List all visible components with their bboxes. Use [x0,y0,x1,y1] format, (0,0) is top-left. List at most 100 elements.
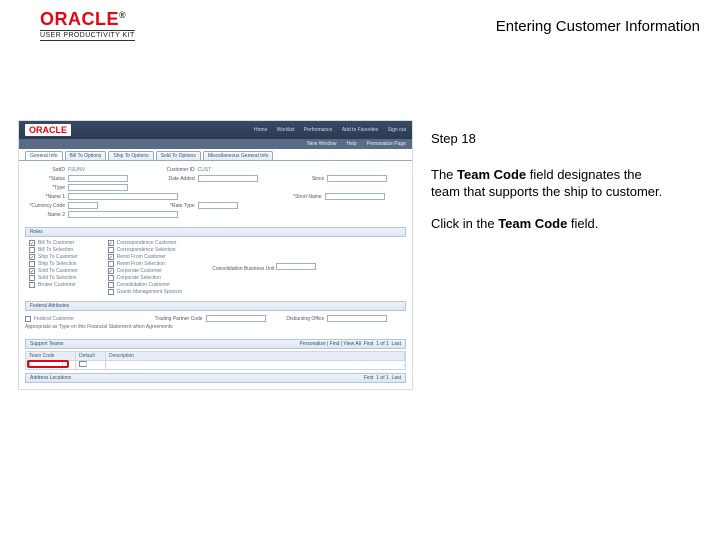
chk-shiptosel[interactable] [29,261,35,267]
chk-corrsel[interactable] [108,247,114,253]
p2-pre: Click in the [431,216,498,231]
disb-field[interactable] [327,315,387,322]
lbl-consol: Consolidation Customer [117,282,170,288]
chk-corr[interactable] [108,240,114,246]
brand-text: ORACLE [40,9,119,29]
name1-label: *Name 1 [25,194,65,200]
app-topnav: Home Worklist Performance Add to Favorit… [246,127,406,133]
addr-range: 1 of 1 [376,375,389,381]
app-secondary-bar: New Window Help Personalize Page [19,139,412,149]
chk-corpsel[interactable] [108,275,114,281]
chk-remitsel[interactable] [108,261,114,267]
form-tabs: General Info Bill To Options Ship To Opt… [19,149,412,161]
oracle-logo: ORACLE® [40,10,135,28]
currency-label: *Currency Code [25,203,65,209]
type-label: *Type [25,185,65,191]
highlight-team-code [27,360,69,368]
chk-soldto[interactable] [29,268,35,274]
chk-broker[interactable] [29,282,35,288]
default-chk[interactable] [79,361,87,367]
name1-field[interactable] [68,193,178,200]
instruction-para-1: The Team Code field designates the team … [431,166,673,201]
support-header: Support Teams [30,341,64,347]
chk-soldtosel[interactable] [29,275,35,281]
lbl-billto: Bill To Customer [38,240,74,246]
lbl-corp: Corporate Customer [117,268,162,274]
ratetype-field[interactable] [198,202,238,209]
shortname-label: *Short Name [282,194,322,200]
custid-label: Customer ID [155,167,195,173]
topnav-home[interactable]: Home [254,127,267,133]
link-new-window[interactable]: New Window [307,141,336,147]
support-range: 1 of 1 [376,341,389,347]
support-first[interactable]: First [364,341,374,347]
agg-note: Appropriate as Type on this Financial St… [25,324,173,330]
chk-corp[interactable] [108,268,114,274]
p2-bold: Team Code [498,216,567,231]
app-logo: ORACLE [25,124,71,136]
chk-billto[interactable] [29,240,35,246]
status-field[interactable] [68,175,128,182]
addr-first[interactable]: First [364,375,374,381]
tab-misc[interactable]: Miscellaneous General Info [203,151,274,160]
roles-checks: Bill To Customer Bill To Selection Ship … [19,237,412,298]
lbl-shipto: Ship To Customer [38,254,78,260]
addr-header: Address Locations [30,375,71,381]
name2-field[interactable] [68,211,178,218]
chk-consol[interactable] [108,282,114,288]
shortname-field[interactable] [325,193,385,200]
app-topbar: ORACLE Home Worklist Performance Add to … [19,121,412,139]
support-header-bar: Support Teams Personalize | Find | View … [25,339,406,349]
link-help[interactable]: Help [347,141,357,147]
support-row [26,361,405,369]
lbl-remitsel: Remit From Selection [117,261,165,267]
col-desc: Description [106,352,405,360]
tab-ship-to[interactable]: Ship To Options [108,151,153,160]
col-default: Default [76,352,106,360]
tab-bill-to[interactable]: Bill To Options [65,151,107,160]
setid-value: FSUNV [68,167,85,173]
chk-remit[interactable] [108,254,114,260]
lbl-remit: Remit From Customer [117,254,166,260]
topnav-signout[interactable]: Sign out [388,127,406,133]
topnav-favorites[interactable]: Add to Favorites [342,127,378,133]
chk-federal[interactable] [25,316,31,322]
consol-bu-field[interactable] [276,263,316,270]
support-personalize[interactable]: Personalize | Find | View All [300,341,361,347]
link-personalize[interactable]: Personalize Page [367,141,406,147]
lesson-title: Entering Customer Information [496,10,700,35]
lbl-broker: Broker Customer [38,282,76,288]
content-row: ORACLE Home Worklist Performance Add to … [0,60,720,390]
support-last[interactable]: Last [392,341,401,347]
ratetype-label: *Rate Type [155,203,195,209]
lbl-corpsel: Corporate Selection [117,275,161,281]
lbl-grants: Grants Management Sponsor [117,289,183,295]
chk-shipto[interactable] [29,254,35,260]
lbl-corr: Correspondence Customer [117,240,177,246]
addr-last[interactable]: Last [392,375,401,381]
dateadded-field[interactable] [198,175,258,182]
chk-billtosel[interactable] [29,247,35,253]
app-screenshot: ORACLE Home Worklist Performance Add to … [18,120,413,390]
lbl-shiptosel: Ship To Selection [38,261,77,267]
tab-sold-to[interactable]: Sold To Options [156,151,201,160]
type-field[interactable] [68,184,128,191]
since-label: Since [284,176,324,182]
topnav-performance[interactable]: Performance [304,127,333,133]
chk-grants[interactable] [108,289,114,295]
topnav-worklist[interactable]: Worklist [277,127,295,133]
product-line: USER PRODUCTIVITY KIT [40,30,135,41]
lbl-federal: Federal Customer [34,316,74,322]
setid-label: SetID [25,167,65,173]
tpc-field[interactable] [206,315,266,322]
addr-header-bar: Address Locations First 1 of 1 Last [25,373,406,383]
consol-bu-label: Consolidation Business Unit [212,266,274,272]
currency-field[interactable] [68,202,98,209]
dateadded-label: Date Added [155,176,195,182]
roles-right: Correspondence Customer Correspondence S… [108,239,183,296]
roles-left: Bill To Customer Bill To Selection Ship … [29,239,78,296]
brand-block: ORACLE® USER PRODUCTIVITY KIT [40,10,135,41]
fedattrs-header: Federal Attributes [25,301,406,311]
since-field[interactable] [327,175,387,182]
tab-general-info[interactable]: General Info [25,151,63,160]
